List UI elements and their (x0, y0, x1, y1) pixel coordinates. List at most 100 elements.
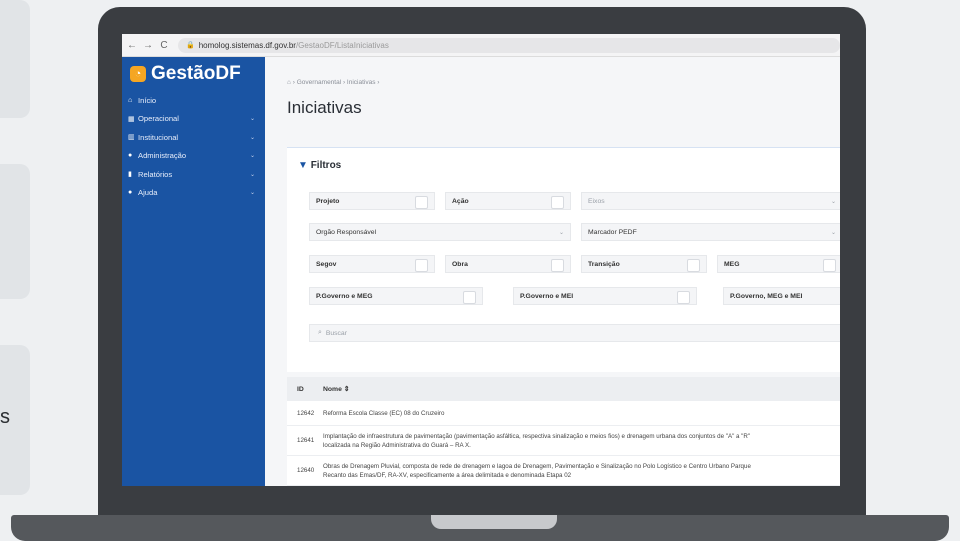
meg-checkbox-field[interactable]: MEG (717, 255, 840, 273)
breadcrumb: ⌂ › Governamental › Iniciativas › (287, 79, 379, 86)
table-row[interactable]: 12642 Reforma Escola Classe (EC) 08 do C… (287, 401, 840, 426)
pgoverno-mei-checkbox-field[interactable]: P.Governo e MEI (513, 287, 697, 305)
select-value: Eixos (588, 197, 605, 205)
chevron-down-icon: ⌄ (249, 190, 255, 197)
chevron-down-icon: ⌄ (830, 198, 836, 205)
chevron-down-icon: ⌄ (830, 229, 836, 236)
user-icon: ● (128, 152, 133, 160)
breadcrumb-trail[interactable]: › Governamental › Iniciativas › (293, 79, 380, 86)
row-name: Obras de Drenagem Pluvial, composta de r… (323, 462, 751, 479)
sidebar-item-label: Institucional (138, 132, 179, 142)
column-header-nome[interactable]: Nome ⇕ (323, 385, 840, 394)
table-row[interactable]: 12640 Obras de Drenagem Pluvial, compost… (287, 456, 840, 486)
chart-icon: ▮ (128, 171, 132, 179)
checkbox[interactable] (415, 196, 428, 209)
checkbox[interactable] (463, 291, 476, 304)
pgoverno-meg-mei-checkbox-field[interactable]: P.Governo, MEG e MEI (723, 287, 840, 305)
select-value: Marcador PEDF (588, 228, 637, 236)
sidebar-item-label: Início (138, 95, 157, 105)
segov-checkbox-field[interactable]: Segov (309, 255, 435, 273)
row-id: 12641 (297, 437, 315, 444)
field-label: Ação (452, 197, 469, 205)
row-name: Reforma Escola Classe (EC) 08 do Cruzeir… (323, 409, 445, 417)
chevron-down-icon: ⌄ (249, 116, 255, 123)
background-card (0, 164, 30, 299)
search-input[interactable]: ⌕ Buscar (309, 324, 840, 342)
projeto-checkbox-field[interactable]: Projeto (309, 192, 435, 210)
row-id: 12640 (297, 467, 315, 474)
address-bar[interactable]: 🔒 homolog.sistemas.df.gov.br/GestaoDF/Li… (178, 37, 840, 53)
sidebar-item-institucional[interactable]: ▥ Institucional ⌄ (122, 128, 265, 147)
sidebar-item-label: Ajuda (138, 188, 158, 198)
laptop-notch (431, 515, 557, 529)
browser-toolbar: ← → C 🔒 homolog.sistemas.df.gov.br/Gesta… (122, 34, 840, 57)
forward-icon[interactable]: → (142, 40, 154, 51)
home-icon[interactable]: ⌂ (287, 79, 291, 86)
field-label: P.Governo e MEG (316, 292, 373, 300)
filters-title: ▼ Filtros (298, 160, 341, 171)
lock-icon: 🔒 (186, 42, 195, 49)
filters-card: ▼ Filtros Projeto Ação Eixos ⌄ Orgão Res… (287, 147, 840, 372)
field-label: P.Governo e MEI (520, 292, 574, 300)
back-icon[interactable]: ← (126, 40, 138, 51)
marcador-pedf-select[interactable]: Marcador PEDF ⌄ (581, 223, 840, 241)
field-label: Obra (452, 260, 468, 268)
pgoverno-meg-checkbox-field[interactable]: P.Governo e MEG (309, 287, 483, 305)
brand-logo[interactable]: ◔ GestãoDF (122, 57, 265, 91)
reload-icon[interactable]: C (158, 40, 170, 51)
app: ◔ GestãoDF ⌂ Início ▦ Operacional ⌄ ▥ In… (122, 57, 840, 486)
select-value: Orgão Responsável (316, 228, 377, 236)
eixos-select[interactable]: Eixos ⌄ (581, 192, 840, 210)
building-icon: ▥ (128, 134, 135, 142)
help-icon: ● (128, 189, 133, 197)
background-card (0, 0, 30, 118)
sidebar-item-label: Administração (138, 151, 187, 161)
brand-name: GestãoDF (151, 63, 241, 84)
field-label: Segov (316, 260, 337, 268)
search-placeholder: Buscar (325, 329, 347, 337)
sidebar-item-relatorios[interactable]: ▮ Relatórios ⌄ (122, 165, 265, 184)
sidebar-item-label: Relatórios (138, 169, 173, 179)
grid-icon: ▦ (128, 115, 135, 123)
obra-checkbox-field[interactable]: Obra (445, 255, 571, 273)
row-name: Implantação de infraestrutura de pavimen… (323, 432, 751, 449)
filter-icon: ▼ (298, 160, 308, 171)
sidebar-item-inicio[interactable]: ⌂ Início (122, 91, 265, 110)
laptop-screen: ← → C 🔒 homolog.sistemas.df.gov.br/Gesta… (122, 34, 840, 486)
sidebar-item-label: Operacional (138, 114, 179, 124)
orgao-responsavel-select[interactable]: Orgão Responsável ⌄ (309, 223, 571, 241)
transicao-checkbox-field[interactable]: Transição (581, 255, 707, 273)
sidebar-item-ajuda[interactable]: ● Ajuda ⌄ (122, 184, 265, 203)
checkbox[interactable] (551, 196, 564, 209)
field-label: MEG (724, 260, 740, 268)
row-id: 12642 (297, 409, 315, 417)
page-title: Iniciativas (287, 98, 362, 117)
checkbox[interactable] (687, 259, 700, 272)
column-header-id[interactable]: ID (287, 386, 323, 393)
laptop-base (11, 515, 949, 541)
search-icon: ⌕ (318, 329, 322, 336)
acao-checkbox-field[interactable]: Ação (445, 192, 571, 210)
filters-title-text: Filtros (310, 160, 342, 171)
sidebar: ◔ GestãoDF ⌂ Início ▦ Operacional ⌄ ▥ In… (122, 57, 265, 486)
url-path: /GestaoDF/ListaIniciativas (295, 40, 389, 50)
chevron-down-icon: ⌄ (249, 153, 255, 160)
checkbox[interactable] (823, 259, 836, 272)
sidebar-item-administracao[interactable]: ● Administração ⌄ (122, 147, 265, 166)
iniciativas-table: ID Nome ⇕ 12642 Reforma Escola Classe (E… (287, 377, 840, 486)
url-domain: homolog.sistemas.df.gov.br (198, 40, 296, 50)
background-letter: s (0, 406, 10, 428)
chevron-down-icon: ⌄ (249, 171, 255, 178)
table-row[interactable]: 12641 Implantação de infraestrutura de p… (287, 426, 840, 456)
chevron-down-icon: ⌄ (249, 134, 255, 141)
checkbox[interactable] (551, 259, 564, 272)
field-label: Transição (588, 260, 620, 268)
chevron-down-icon: ⌄ (558, 229, 564, 236)
table-header: ID Nome ⇕ (287, 377, 840, 401)
checkbox[interactable] (677, 291, 690, 304)
home-icon: ⌂ (128, 96, 133, 104)
field-label: P.Governo, MEG e MEI (730, 292, 803, 300)
sidebar-item-operacional[interactable]: ▦ Operacional ⌄ (122, 110, 265, 129)
checkbox[interactable] (415, 259, 428, 272)
field-label: Projeto (316, 197, 340, 205)
